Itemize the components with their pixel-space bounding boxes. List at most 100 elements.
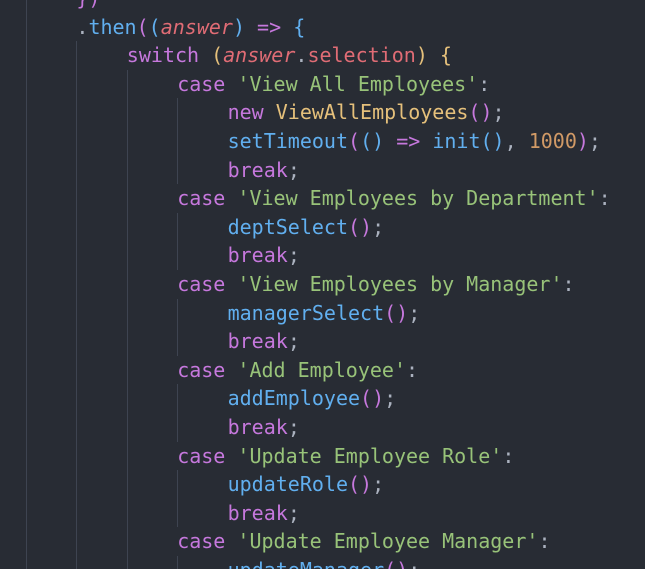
- code-line-content: case 'Update Employee Role':: [177, 442, 514, 471]
- indent-guide: [126, 555, 128, 569]
- indent-guide: [126, 69, 128, 99]
- indent-guide: [76, 241, 78, 270]
- indent-guide: [177, 241, 179, 270]
- code-line-content: break;: [228, 156, 300, 185]
- indent-guide: [76, 384, 78, 413]
- code-token: (): [384, 300, 409, 325]
- indent-guide: [26, 441, 27, 471]
- code-line-content: break;: [228, 241, 300, 270]
- indent-guide: [76, 412, 78, 442]
- indent-guide: [126, 212, 128, 242]
- indent-guide: [126, 298, 128, 328]
- indent-guide: [126, 441, 128, 471]
- code-line-content: addEmployee();: [228, 384, 397, 413]
- code-line-content: managerSelect();: [228, 299, 421, 328]
- code-token: .: [295, 43, 308, 68]
- code-token: deptSelect: [227, 214, 349, 239]
- code-token: :: [478, 71, 491, 96]
- code-token: (): [360, 386, 385, 411]
- code-line-content: deptSelect();: [228, 213, 385, 242]
- code-token: ): [415, 43, 428, 68]
- indent-guide: [26, 498, 27, 528]
- indent-guide: [76, 498, 78, 528]
- code-token: break: [227, 243, 288, 268]
- code-token: case: [177, 71, 226, 96]
- indent-guide: [76, 69, 78, 99]
- code-token: managerSelect: [227, 300, 385, 325]
- indent-guide: [76, 184, 78, 213]
- code-line-content: updateRole();: [228, 470, 385, 499]
- indent-guide: [26, 184, 27, 213]
- code-token: ;: [588, 128, 601, 153]
- code-line-content: case 'View All Employees':: [177, 70, 490, 99]
- code-editor[interactable]: }).then((answer) => {switch (answer.sele…: [0, 0, 645, 569]
- code-token: {: [293, 14, 306, 39]
- code-token: ;: [408, 300, 421, 325]
- indent-guide: [126, 384, 128, 413]
- code-token: addEmployee: [227, 386, 361, 411]
- code-token: (: [136, 14, 149, 39]
- code-token: break: [227, 500, 288, 525]
- indent-guide: [26, 241, 27, 270]
- code-token: ;: [287, 329, 300, 354]
- indent-guide: [26, 0, 27, 13]
- code-token: 'View Employees by Department': [237, 186, 599, 211]
- code-token: updateRole: [227, 472, 349, 497]
- code-token: ;: [492, 100, 505, 125]
- indent-guide: [177, 384, 179, 413]
- indent-guide: [177, 470, 179, 499]
- indent-guide: [76, 327, 78, 356]
- indent-guide: [126, 355, 128, 385]
- code-token: case: [177, 271, 226, 296]
- code-token: =>: [257, 14, 282, 39]
- indent-guide: [126, 184, 128, 213]
- indent-guide: [126, 470, 128, 499]
- code-line-content: case 'Update Employee Manager':: [177, 527, 550, 556]
- code-line-content: new ViewAllEmployees();: [228, 98, 505, 127]
- indent-guide: [26, 555, 27, 569]
- code-token: ;: [384, 386, 397, 411]
- code-line-content: case 'Add Employee':: [177, 356, 418, 385]
- indent-guide: [177, 327, 179, 356]
- code-token: (): [468, 100, 493, 125]
- indent-guide: [126, 269, 128, 299]
- code-token: ;: [287, 414, 300, 439]
- code-token: ;: [287, 157, 300, 182]
- code-line-content: setTimeout(() => init(), 1000);: [228, 127, 601, 156]
- code-token: 'Update Employee Manager': [237, 529, 539, 554]
- indent-guide: [76, 298, 78, 328]
- code-token: (: [148, 14, 161, 39]
- code-token: answer: [160, 14, 233, 39]
- code-token: .: [76, 14, 89, 39]
- indent-guide: [26, 412, 27, 442]
- code-token: {: [439, 43, 452, 68]
- code-line-content: case 'View Employees by Manager':: [177, 270, 574, 299]
- code-line-content: .then((answer) => {: [76, 13, 305, 42]
- code-token: :: [538, 529, 551, 554]
- code-token: (: [348, 128, 361, 153]
- indent-guide: [26, 155, 27, 185]
- indent-guide: [26, 212, 27, 242]
- code-token: then: [88, 14, 137, 39]
- indent-guide: [76, 212, 78, 242]
- indent-guide: [126, 527, 128, 556]
- code-token: 'Update Employee Role': [237, 443, 503, 468]
- code-token: :: [502, 443, 515, 468]
- code-token: selection: [307, 43, 416, 68]
- indent-guide: [126, 327, 128, 356]
- code-token: (): [384, 558, 408, 569]
- code-token: updateManager: [228, 558, 385, 569]
- code-token: (): [480, 128, 505, 153]
- indent-guide: [26, 298, 27, 328]
- indent-guide: [76, 126, 78, 156]
- indent-guide: [177, 212, 179, 242]
